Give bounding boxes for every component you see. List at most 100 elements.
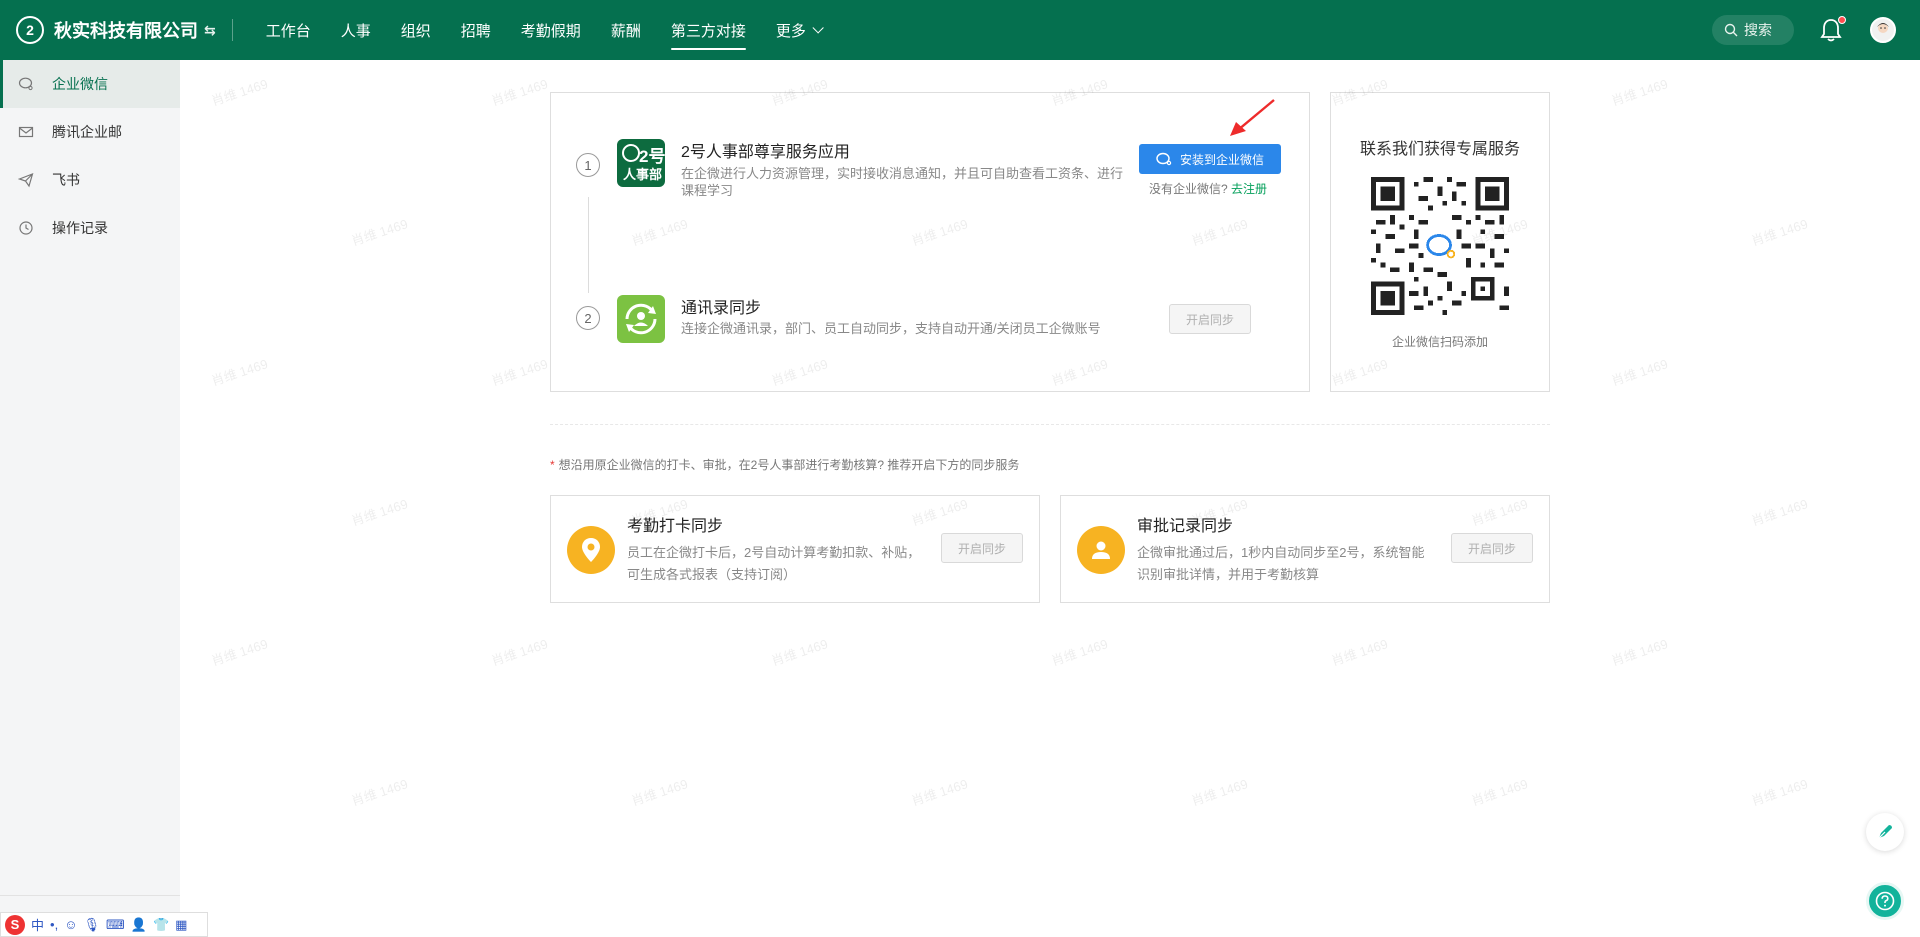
- attendance-sync-description: 员工在企微打卡后，2号自动计算考勤扣款、补贴，可生成各式报表（支持订阅）: [627, 545, 921, 582]
- chat-bubble-icon: [1156, 152, 1172, 166]
- step2-description: 连接企微通讯录，部门、员工自动同步，支持自动开通/关闭员工企微账号: [681, 321, 1101, 336]
- search-button[interactable]: 搜索: [1712, 15, 1794, 45]
- nav-attendance[interactable]: 考勤假期: [506, 0, 596, 60]
- sidebar-item-label: 腾讯企业邮: [52, 124, 122, 140]
- question-mark-icon: [1875, 891, 1895, 911]
- attendance-sync-title: 考勤打卡同步: [627, 518, 724, 535]
- watermark: 肖维 1469: [769, 636, 830, 669]
- help-button[interactable]: [1866, 882, 1904, 920]
- watermark: 肖维 1469: [1609, 356, 1670, 389]
- avatar-face-icon: [1877, 23, 1889, 33]
- location-pin-icon: [582, 538, 600, 562]
- wecom-qr-code: [1371, 177, 1509, 315]
- watermark: 肖维 1469: [349, 216, 410, 249]
- top-nav-bar: 2 秋实科技有限公司 ⇆ 工作台 人事 组织 招聘 考勤假期 薪酬 第三方对接 …: [0, 0, 1920, 60]
- watermark: 肖维 1469: [1749, 216, 1810, 249]
- watermark: 肖维 1469: [349, 496, 410, 529]
- punctuation-icon[interactable]: •,: [50, 917, 58, 932]
- chevron-down-icon: [812, 22, 824, 34]
- keyboard-icon[interactable]: ⌨: [106, 917, 125, 933]
- red-arrow-icon: [1230, 99, 1275, 136]
- user-badge: [1077, 526, 1125, 574]
- nav-organization[interactable]: 组织: [386, 0, 446, 60]
- watermark: 肖维 1469: [209, 356, 270, 389]
- nav-third-party[interactable]: 第三方对接: [656, 0, 761, 60]
- sidebar-item-operation-log[interactable]: 操作记录: [0, 204, 180, 252]
- wecom-integration-card: 1 2号 人事部 2号人事部尊享服务应用 在企微进行人力资源管理，实时接收消息通知…: [550, 92, 1310, 392]
- approval-sync-description: 企微审批通过后，1秒内自动同步至2号，系统智能识别审批详情，并用于考勤核算: [1137, 545, 1425, 582]
- switch-icon: ⇆: [204, 21, 216, 38]
- nav-recruitment[interactable]: 招聘: [446, 0, 506, 60]
- nav-divider: [231, 19, 233, 41]
- sidebar-item-label: 飞书: [52, 172, 80, 188]
- company-logo[interactable]: 2: [16, 16, 44, 44]
- step2-title: 通讯录同步: [681, 300, 762, 317]
- sidebar-item-feishu[interactable]: 飞书: [0, 156, 180, 204]
- install-button-label: 安装到企业微信: [1179, 152, 1264, 167]
- required-star: *: [550, 458, 555, 472]
- watermark: 肖维 1469: [1749, 496, 1810, 529]
- watermark: 肖维 1469: [1189, 776, 1250, 809]
- chat-bubble-icon: [18, 77, 33, 91]
- contact-service-card: 联系我们获得专属服务 企业微信扫码添加: [1330, 92, 1550, 392]
- emoji-icon[interactable]: ☺: [64, 917, 77, 932]
- watermark: 肖维 1469: [209, 76, 270, 109]
- user-icon: [1092, 541, 1110, 559]
- watermark: 肖维 1469: [1049, 636, 1110, 669]
- section-divider: [550, 424, 1550, 425]
- sidebar: 企业微信 腾讯企业邮 飞书 操作记录: [0, 60, 180, 937]
- top-right-tools: 搜索: [1712, 15, 1920, 45]
- approval-sync-title: 审批记录同步: [1137, 518, 1234, 535]
- ime-mode-indicator[interactable]: 中: [31, 915, 44, 934]
- sidebar-item-tencent-mail[interactable]: 腾讯企业邮: [0, 108, 180, 156]
- contacts-sync-button[interactable]: 开启同步: [1169, 304, 1251, 334]
- attendance-sync-button[interactable]: 开启同步: [941, 533, 1023, 563]
- nav-salary[interactable]: 薪酬: [596, 0, 656, 60]
- step-number: 2: [576, 306, 600, 330]
- watermark: 肖维 1469: [209, 636, 270, 669]
- hr-app-icon: 2号 人事部: [617, 139, 665, 187]
- install-to-wecom-button[interactable]: 安装到企业微信: [1139, 144, 1281, 174]
- sidebar-bottom-divider: [0, 895, 180, 896]
- sidebar-item-label: 企业微信: [52, 76, 108, 92]
- nav-workbench[interactable]: 工作台: [251, 0, 326, 60]
- watermark: 肖维 1469: [629, 776, 690, 809]
- microphone-icon[interactable]: 🎙: [83, 917, 100, 933]
- toolbox-icon[interactable]: ▦: [175, 917, 187, 933]
- sogou-logo[interactable]: S: [5, 914, 25, 935]
- mail-icon: [18, 126, 34, 138]
- nav-personnel[interactable]: 人事: [326, 0, 386, 60]
- nav-more[interactable]: 更多: [761, 0, 835, 60]
- watermark: 肖维 1469: [1609, 636, 1670, 669]
- notification-button[interactable]: [1820, 16, 1846, 42]
- user-icon[interactable]: 👤: [131, 917, 147, 933]
- watermark: 肖维 1469: [1749, 776, 1810, 809]
- search-label: 搜索: [1744, 22, 1772, 38]
- watermark: 肖维 1469: [1329, 636, 1390, 669]
- contacts-sync-app-icon: [617, 295, 665, 343]
- register-link[interactable]: 去注册: [1231, 182, 1267, 196]
- sidebar-item-label: 操作记录: [52, 220, 108, 236]
- step-connector-line: [588, 197, 589, 293]
- svg-text:人事部: 人事部: [623, 167, 662, 182]
- step-number: 1: [576, 153, 600, 177]
- step1-title: 2号人事部尊享服务应用: [681, 144, 850, 161]
- pen-icon: [1878, 825, 1892, 839]
- sync-tip-text: 想沿用原企业微信的打卡、审批，在2号人事部进行考勤核算? 推荐开启下方的同步服务: [558, 458, 1020, 472]
- skin-icon[interactable]: 👕: [153, 917, 169, 933]
- company-switcher[interactable]: 秋实科技有限公司 ⇆: [54, 17, 216, 43]
- sync-user-icon: [625, 303, 657, 335]
- sidebar-item-wecom[interactable]: 企业微信: [0, 60, 180, 108]
- main-nav: 工作台 人事 组织 招聘 考勤假期 薪酬 第三方对接 更多: [251, 0, 835, 60]
- step1-description: 在企微进行人力资源管理，实时接收消息通知，并且可自助查看工资条、进行课程学习: [681, 166, 1124, 198]
- sync-tip: * 想沿用原企业微信的打卡、审批，在2号人事部进行考勤核算? 推荐开启下方的同步服…: [550, 456, 1019, 473]
- watermark: 肖维 1469: [349, 776, 410, 809]
- watermark: 肖维 1469: [489, 636, 550, 669]
- user-avatar[interactable]: [1870, 17, 1896, 43]
- ime-toolbar[interactable]: S 中 •, ☺ 🎙 ⌨ 👤 👕 ▦: [0, 912, 208, 937]
- watermark: 肖维 1469: [1469, 776, 1530, 809]
- feedback-button[interactable]: [1866, 813, 1904, 851]
- hr-app-logo-icon: 2号人事部: [622, 144, 665, 182]
- no-account-text: 没有企业微信? 去注册: [1149, 180, 1267, 197]
- approval-sync-button[interactable]: 开启同步: [1451, 533, 1533, 563]
